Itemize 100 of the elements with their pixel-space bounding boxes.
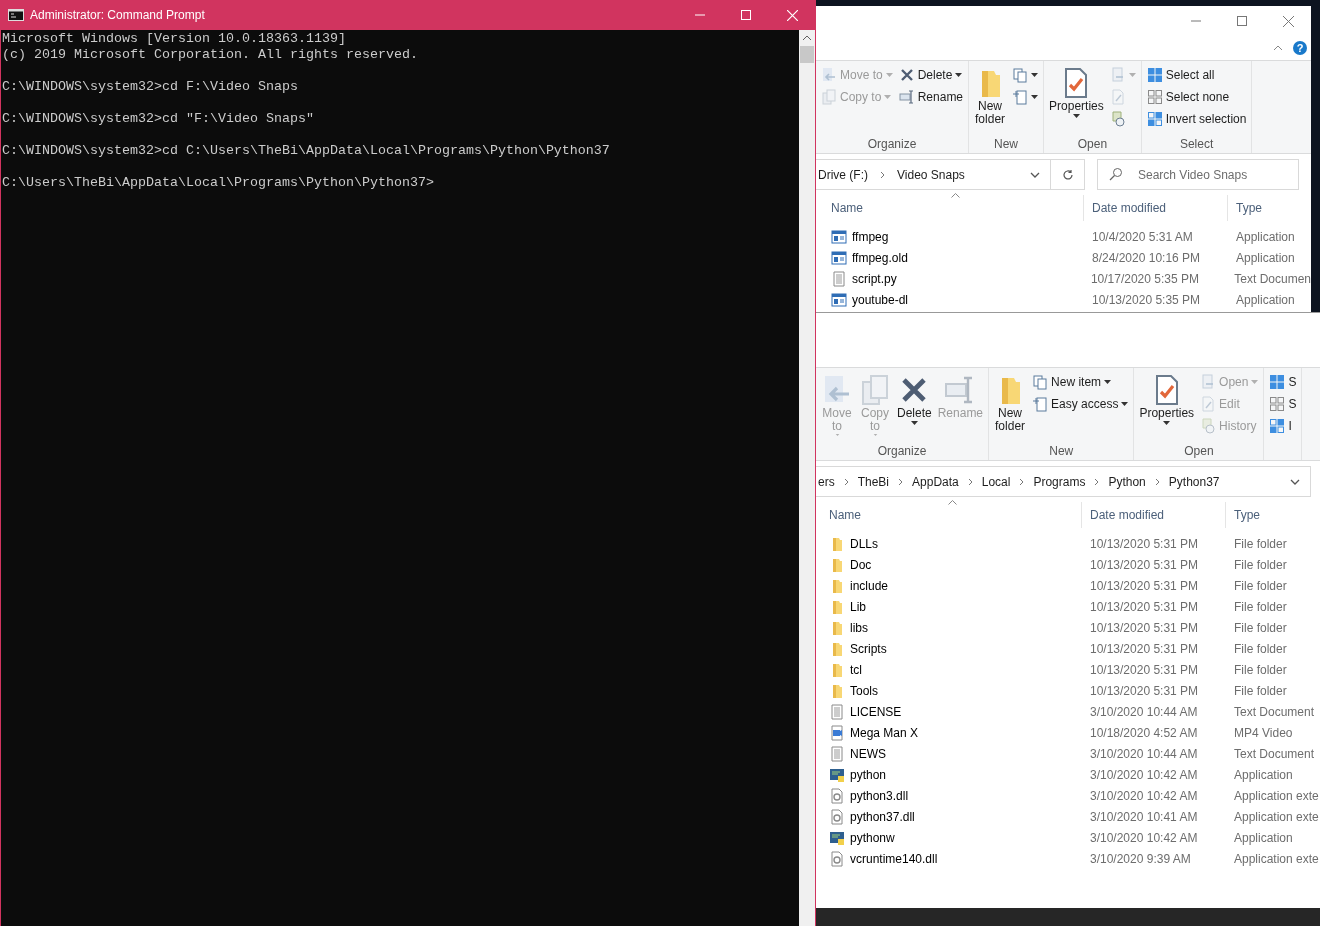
maximize-icon [1237, 16, 1247, 26]
close-icon [1282, 15, 1294, 27]
breadcrumb-item[interactable]: AppData [912, 474, 959, 489]
breadcrumb-item[interactable]: ers [818, 474, 835, 489]
page-plus-icon [1032, 396, 1049, 412]
file-name[interactable]: include [850, 578, 889, 593]
file-name[interactable]: libs [850, 620, 868, 635]
scrollbar-thumb[interactable] [800, 46, 814, 63]
breadcrumb-item[interactable]: TheBi [857, 474, 890, 489]
pencil-document-icon [1109, 89, 1126, 105]
address-bar[interactable]: ers TheBi AppData Local Programs Python Python37 [816, 466, 1311, 497]
date-modified: 10/13/2020 5:35 PM [1092, 292, 1201, 307]
file-name[interactable]: script.py [852, 271, 897, 286]
file-name[interactable]: Mega Man X [850, 725, 919, 740]
date-modified: 10/13/2020 5:31 PM [1090, 620, 1199, 635]
ribbon-button[interactable]: Properties [1047, 65, 1106, 131]
ribbon-button[interactable] [1010, 65, 1041, 85]
text-file-icon [829, 745, 845, 762]
ribbon-button[interactable]: S [1267, 372, 1299, 392]
file-name[interactable]: NEWS [850, 746, 886, 761]
date-modified: 10/13/2020 5:31 PM [1090, 557, 1199, 572]
refresh-button[interactable] [1051, 159, 1085, 190]
file-name[interactable]: python [850, 767, 887, 782]
file-name[interactable]: Tools [850, 683, 878, 698]
gear-file-icon [829, 808, 845, 825]
file-name[interactable]: Scripts [850, 641, 887, 656]
file-type: File folder [1234, 683, 1287, 698]
address-bar[interactable]: Drive (F:) Video Snaps [816, 159, 1051, 190]
file-type: File folder [1234, 599, 1287, 614]
ribbon-group-label: Open [1076, 137, 1109, 153]
ribbon-button[interactable] [1010, 87, 1041, 107]
file-name[interactable]: LICENSE [850, 704, 902, 719]
scrollbar[interactable] [799, 30, 815, 926]
ribbon-button[interactable]: New folder [972, 65, 1009, 131]
column-header[interactable]: Date modified [1082, 502, 1226, 528]
chevron-down-icon[interactable] [1290, 478, 1300, 485]
ribbon-button[interactable]: Rename [896, 87, 966, 107]
maximize-icon [741, 10, 751, 20]
file-type: Application [1234, 767, 1293, 782]
file-name[interactable]: youtube-dl [852, 292, 909, 307]
breadcrumb-item[interactable]: Python37 [1168, 474, 1220, 489]
ribbon-button[interactable]: Select none [1144, 87, 1249, 107]
column-header[interactable]: Name [816, 502, 1082, 528]
ribbon-button[interactable]: Easy access [1030, 394, 1131, 414]
file-name[interactable]: python3.dll [850, 788, 909, 803]
column-header[interactable]: Date modified [1084, 195, 1228, 221]
file-name[interactable]: Doc [850, 557, 872, 572]
pages-icon [859, 374, 891, 406]
file-type: Text Documen [1234, 271, 1311, 286]
gear-file-icon [829, 787, 845, 804]
column-header[interactable]: Type [1226, 502, 1320, 528]
breadcrumb-item[interactable]: Local [981, 474, 1011, 489]
text-file-icon [831, 270, 847, 287]
date-modified: 10/13/2020 5:31 PM [1090, 641, 1199, 656]
breadcrumb-item[interactable]: Python [1108, 474, 1146, 489]
ribbon-button[interactable]: Delete [896, 65, 966, 85]
file-name[interactable]: python37.dll [850, 809, 915, 824]
pages-icon [1012, 67, 1029, 83]
grid-icon [1146, 67, 1163, 83]
file-name[interactable]: pythonw [850, 830, 895, 845]
date-modified: 10/17/2020 5:35 PM [1090, 271, 1199, 286]
app-window-icon [829, 829, 845, 846]
ribbon-button[interactable]: New item [1030, 372, 1131, 392]
column-header[interactable]: Name [816, 195, 1084, 221]
console-line: C:\Users\TheBi\AppData\Local\Programs\Python\Python37> [2, 175, 434, 191]
pages-icon [1032, 374, 1049, 390]
ribbon-group-label: New [993, 137, 1020, 153]
file-name[interactable]: ffmpeg.old [852, 250, 908, 265]
window-title: Administrator: Command Prompt [30, 8, 205, 22]
search-field[interactable]: Search Video Snaps [1097, 159, 1299, 190]
column-header[interactable]: Type [1228, 195, 1311, 221]
chevron-down-icon[interactable] [1030, 171, 1040, 178]
ribbon-button[interactable]: Properties [1137, 372, 1197, 438]
breadcrumb-item[interactable]: Drive (F:) [818, 167, 868, 182]
file-type: File folder [1234, 557, 1287, 572]
ribbon-button[interactable]: Delete [895, 372, 934, 438]
breadcrumb-item[interactable]: Programs [1033, 474, 1086, 489]
grid-icon [1146, 111, 1163, 127]
date-modified: 10/13/2020 5:31 PM [1090, 578, 1199, 593]
breadcrumb-item[interactable]: Video Snaps [897, 167, 965, 182]
file-name[interactable]: ffmpeg [852, 229, 889, 244]
file-name[interactable]: tcl [850, 662, 862, 677]
document-icon [1109, 67, 1126, 83]
ribbon-button[interactable]: New folder [992, 372, 1029, 438]
file-name[interactable]: DLLs [850, 536, 878, 551]
ribbon-button[interactable]: S [1267, 394, 1299, 414]
console-line: (c) 2019 Microsoft Corporation. All rights reserved. [2, 47, 418, 63]
ribbon-button[interactable]: Select all [1144, 65, 1249, 85]
date-modified: 3/10/2020 10:42 AM [1090, 830, 1198, 845]
gear-file-icon [829, 850, 845, 867]
file-name[interactable]: vcruntime140.dll [850, 851, 938, 866]
date-modified: 8/24/2020 10:16 PM [1092, 250, 1201, 265]
help-button[interactable]: ? [1293, 41, 1307, 55]
file-type: File folder [1234, 536, 1287, 551]
date-modified: 3/10/2020 10:41 AM [1090, 809, 1198, 824]
file-name[interactable]: Lib [850, 599, 866, 614]
file-type: Application exte [1234, 851, 1319, 866]
collapse-ribbon-icon[interactable] [1273, 44, 1283, 52]
ribbon-button[interactable]: Invert selection [1144, 109, 1249, 129]
ribbon-button[interactable]: I [1267, 416, 1299, 436]
